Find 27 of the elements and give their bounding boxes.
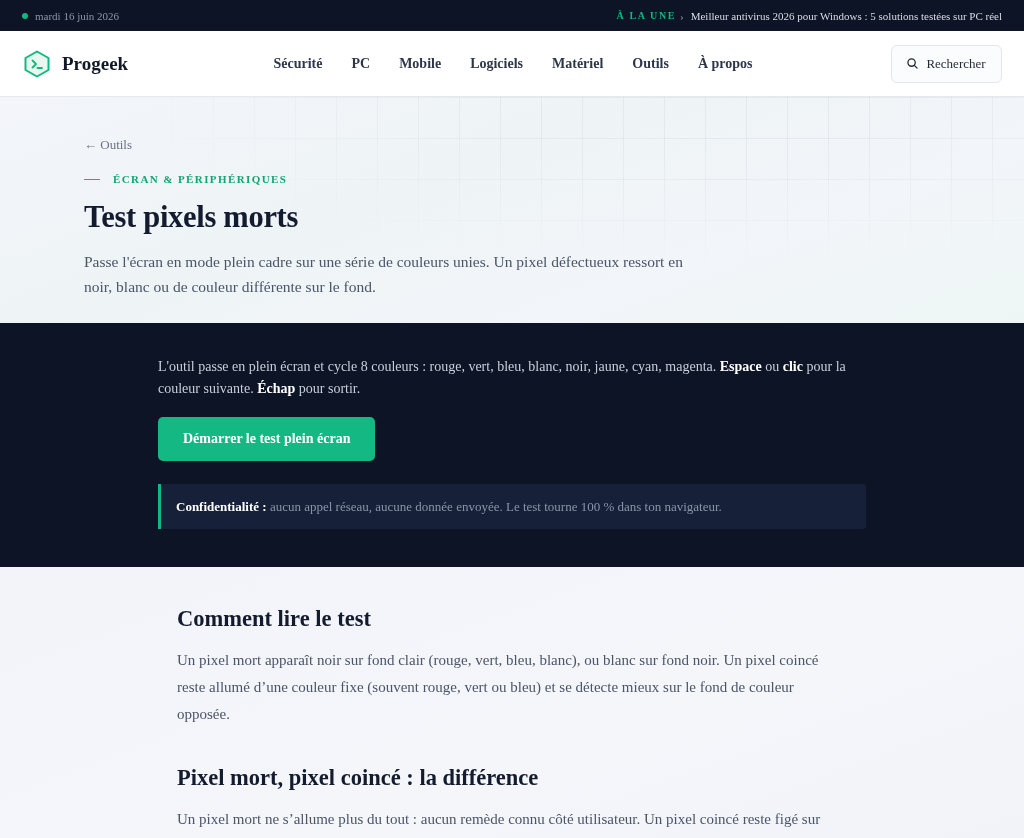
site-logo[interactable]: Progeek [62, 52, 129, 75]
search-icon [907, 58, 919, 69]
nav-link[interactable]: Logiciels [470, 55, 524, 72]
nav-link[interactable]: Sécurité [273, 55, 323, 72]
chevron-text: › [680, 9, 684, 22]
intro-text: Passe l'écran en mode plein cadre sur une série de couleurs unies. Un pixel défectueux ressort en noir, blanc ou de couleur différente sur le fond. [84, 252, 684, 297]
category-label: ÉCRAN & PÉRIPHÉRIQUES [113, 172, 288, 186]
nav-link[interactable]: Matériel [552, 55, 604, 72]
section-heading: Comment lire le test [177, 605, 372, 633]
nav-link[interactable]: Mobile [399, 55, 442, 72]
search-button[interactable]: Rechercher [891, 44, 1002, 83]
date-text: mardi 16 juin 2026 [35, 9, 120, 22]
nav-link[interactable]: À propos [697, 55, 753, 72]
terminal-hexagon-icon[interactable] [24, 49, 50, 78]
section-heading: Pixel mort, pixel coincé : la différence [177, 764, 540, 792]
back-link[interactable]: ← Outils [84, 137, 133, 153]
nav-link[interactable]: PC [351, 55, 371, 72]
section-text: Un pixel mort ne s’allume plus du tout : aucun remède connu côté utilisateur. Un pixel coincé reste figé sur [177, 810, 822, 829]
privacy-note: Confidentialité : aucun appel réseau, aucune donnée envoyée. Le test tourne 100 % dans ton navigateur. [158, 484, 866, 529]
section-text: Un pixel mort apparaît noir sur fond clair (rouge, vert, bleu, blanc), ou blanc sur fond noir. Un pixel coincé reste allumé d’une couleur fixe (souvent rouge, vert ou bleu) et se détecte mieux sur le fond de couleur opposée. [177, 651, 820, 724]
page-title: Test pixels morts [84, 199, 300, 236]
headline-label: À LA UNE [616, 10, 676, 21]
accent-line [84, 178, 100, 180]
nav-link[interactable]: Outils [632, 55, 669, 72]
headline-link[interactable]: Meilleur antivirus 2026 pour Windows : 5 solutions testées sur PC réel [690, 9, 1002, 22]
instructions-text: L'outil passe en plein écran et cycle 8 couleurs : rouge, vert, bleu, blanc, noir, jaune, cyan, magenta. Espace ou clic pour la couleur suivante. Échap pour sortir. [158, 358, 847, 398]
status-dot-icon [22, 12, 28, 19]
